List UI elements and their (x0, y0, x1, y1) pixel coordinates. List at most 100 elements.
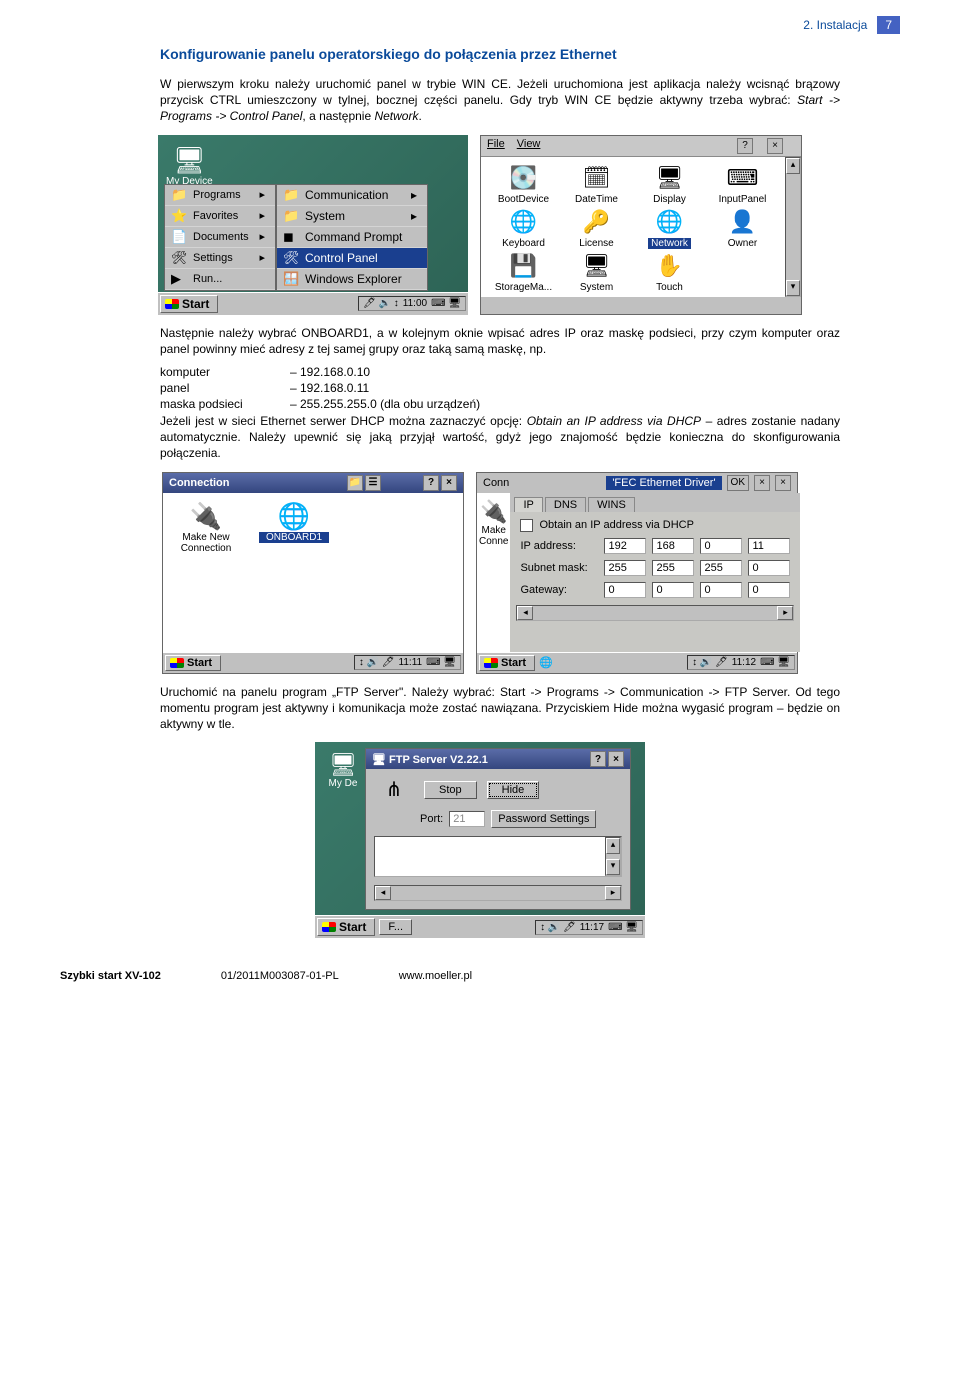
user-icon: 👤 (706, 209, 779, 235)
footer-left: Szybki start XV-102 (60, 970, 161, 982)
password-settings-button[interactable]: Password Settings (491, 810, 596, 828)
ip-3[interactable]: 0 (700, 538, 742, 554)
menu-run[interactable]: ▶Run... (165, 269, 275, 290)
cp-network[interactable]: 🌐Network (633, 209, 706, 249)
ftp-title: FTP Server V2.22.1 (389, 754, 488, 766)
disk-icon: 💽 (487, 165, 560, 191)
control-panel-icons: 💽BootDevice 🗓DateTime 🖥Display ⌨InputPan… (481, 157, 785, 297)
network-graph-icon: ⋔ (374, 777, 414, 802)
details-toolbar-icon[interactable]: ☰ (365, 475, 381, 491)
gw-4[interactable]: 0 (748, 582, 790, 598)
help-button[interactable]: ? (423, 475, 439, 491)
screenshot-2: Connection 📁☰?× 🔌Make New Connection 🌐ON… (60, 472, 900, 674)
dhcp-checkbox[interactable] (520, 519, 533, 532)
mask-label: Subnet mask: (520, 562, 598, 574)
cp-license[interactable]: 🔑License (560, 209, 633, 249)
hide-button[interactable]: Hide (487, 781, 540, 799)
mask-1[interactable]: 255 (604, 560, 646, 576)
help-button[interactable]: ? (737, 138, 753, 154)
cp-datetime[interactable]: 🗓DateTime (560, 165, 633, 205)
network-icon: 🌐 (633, 209, 706, 235)
submenu-control-panel[interactable]: 🛠Control Panel (277, 248, 427, 269)
make-new-connection[interactable]: 🔌Make New Connection (171, 501, 241, 644)
system-icon: 🖥 (560, 253, 633, 279)
start-button[interactable]: Start (165, 655, 221, 671)
document-icon: 📄 (171, 229, 187, 245)
plug-icon: 🔌 (479, 499, 508, 525)
submenu-communication[interactable]: 📁Communication▸ (277, 185, 427, 206)
mask-2[interactable]: 255 (652, 560, 694, 576)
scrollbar-vertical[interactable]: ▴▾ (785, 157, 801, 297)
cp-system[interactable]: 🖥System (560, 253, 633, 293)
scrollbar-horizontal[interactable]: ◂▸ (516, 605, 794, 621)
close-button[interactable]: × (754, 475, 770, 491)
ftp-server-window: 🖥 FTP Server V2.22.1 ?× ⋔ Stop Hide Port… (365, 748, 631, 910)
gw-1[interactable]: 0 (604, 582, 646, 598)
submenu-windows-explorer[interactable]: 🪟Windows Explorer (277, 269, 427, 290)
cp-bootdevice[interactable]: 💽BootDevice (487, 165, 560, 205)
help-button[interactable]: ? (590, 751, 606, 767)
prompt-icon: ◼ (283, 229, 299, 245)
taskbar-ftp[interactable]: F... (379, 919, 412, 935)
cp-owner[interactable]: 👤Owner (706, 209, 779, 249)
mask-3[interactable]: 255 (700, 560, 742, 576)
gw-2[interactable]: 0 (652, 582, 694, 598)
task-icon[interactable]: 🌐 (539, 656, 553, 669)
onboard1[interactable]: 🌐ONBOARD1 (259, 501, 329, 644)
start-button[interactable]: Start (160, 295, 218, 313)
mask-4[interactable]: 0 (748, 560, 790, 576)
folder-icon: 📁 (171, 187, 187, 203)
desktop-icon[interactable]: 🖥 (323, 752, 363, 778)
cp-inputpanel[interactable]: ⌨InputPanel (706, 165, 779, 205)
cp-touch[interactable]: ✋Touch (633, 253, 706, 293)
clock: 11:11 (399, 657, 423, 668)
gw-label: Gateway: (520, 584, 598, 596)
submenu-system[interactable]: 📁System▸ (277, 206, 427, 227)
start-button[interactable]: Start (317, 918, 375, 936)
paragraph-4: Uruchomić na panelu program „FTP Server"… (160, 684, 840, 733)
scrollbar-vertical[interactable]: ▴▾ (605, 837, 621, 876)
port-field[interactable]: 21 (449, 811, 485, 827)
clock: 11:00 (403, 298, 427, 309)
tab-dns[interactable]: DNS (545, 497, 586, 512)
menu-programs[interactable]: 📁Programs▸ (165, 185, 275, 206)
page-number: 7 (877, 16, 900, 34)
connection-title: Connection (169, 477, 230, 489)
clock: 11:12 (732, 657, 756, 668)
footer-mid: 01/2011M003087-01-PL (221, 970, 339, 982)
menu-favorites[interactable]: ⭐Favorites▸ (165, 206, 275, 227)
menu-file[interactable]: File (487, 138, 505, 150)
windows-icon (165, 299, 179, 309)
menu-documents[interactable]: 📄Documents▸ (165, 227, 275, 248)
globe-icon: 🌐 (487, 209, 560, 235)
ftp-icon: 🖥 (372, 754, 386, 766)
cp-keyboard[interactable]: 🌐Keyboard (487, 209, 560, 249)
page-footer: Szybki start XV-102 01/2011M003087-01-PL… (0, 970, 960, 982)
folder-toolbar-icon[interactable]: 📁 (347, 475, 363, 491)
folder-icon: 📁 (283, 208, 299, 224)
ip-1[interactable]: 192 (604, 538, 646, 554)
gw-3[interactable]: 0 (700, 582, 742, 598)
ok-button[interactable]: OK (727, 475, 749, 491)
cp-storage[interactable]: 💾StorageMa... (487, 253, 560, 293)
start-button[interactable]: Start (479, 655, 535, 671)
ip-4[interactable]: 11 (748, 538, 790, 554)
scrollbar-horizontal[interactable]: ◂▸ (374, 885, 622, 901)
menu-settings[interactable]: 🛠Settings▸ (165, 248, 275, 269)
ip-2[interactable]: 168 (652, 538, 694, 554)
connection-window: Connection 📁☰?× 🔌Make New Connection 🌐ON… (162, 472, 464, 674)
menu-view[interactable]: View (517, 138, 541, 150)
close-outer-button[interactable]: × (775, 475, 791, 491)
submenu-command-prompt[interactable]: ◼Command Prompt (277, 227, 427, 248)
paragraph-2: Następnie należy wybrać ONBOARD1, a w ko… (160, 325, 840, 357)
header-section: 2. Instalacja (803, 18, 867, 32)
stop-button[interactable]: Stop (424, 781, 477, 799)
tab-ip[interactable]: IP (514, 497, 542, 512)
key-icon: 🔑 (560, 209, 633, 235)
tab-wins[interactable]: WINS (588, 497, 635, 512)
cp-display[interactable]: 🖥Display (633, 165, 706, 205)
desktop-my-device-icon[interactable]: 🖥 (166, 145, 213, 176)
close-button[interactable]: × (767, 138, 783, 154)
close-button[interactable]: × (441, 475, 457, 491)
close-button[interactable]: × (608, 751, 624, 767)
